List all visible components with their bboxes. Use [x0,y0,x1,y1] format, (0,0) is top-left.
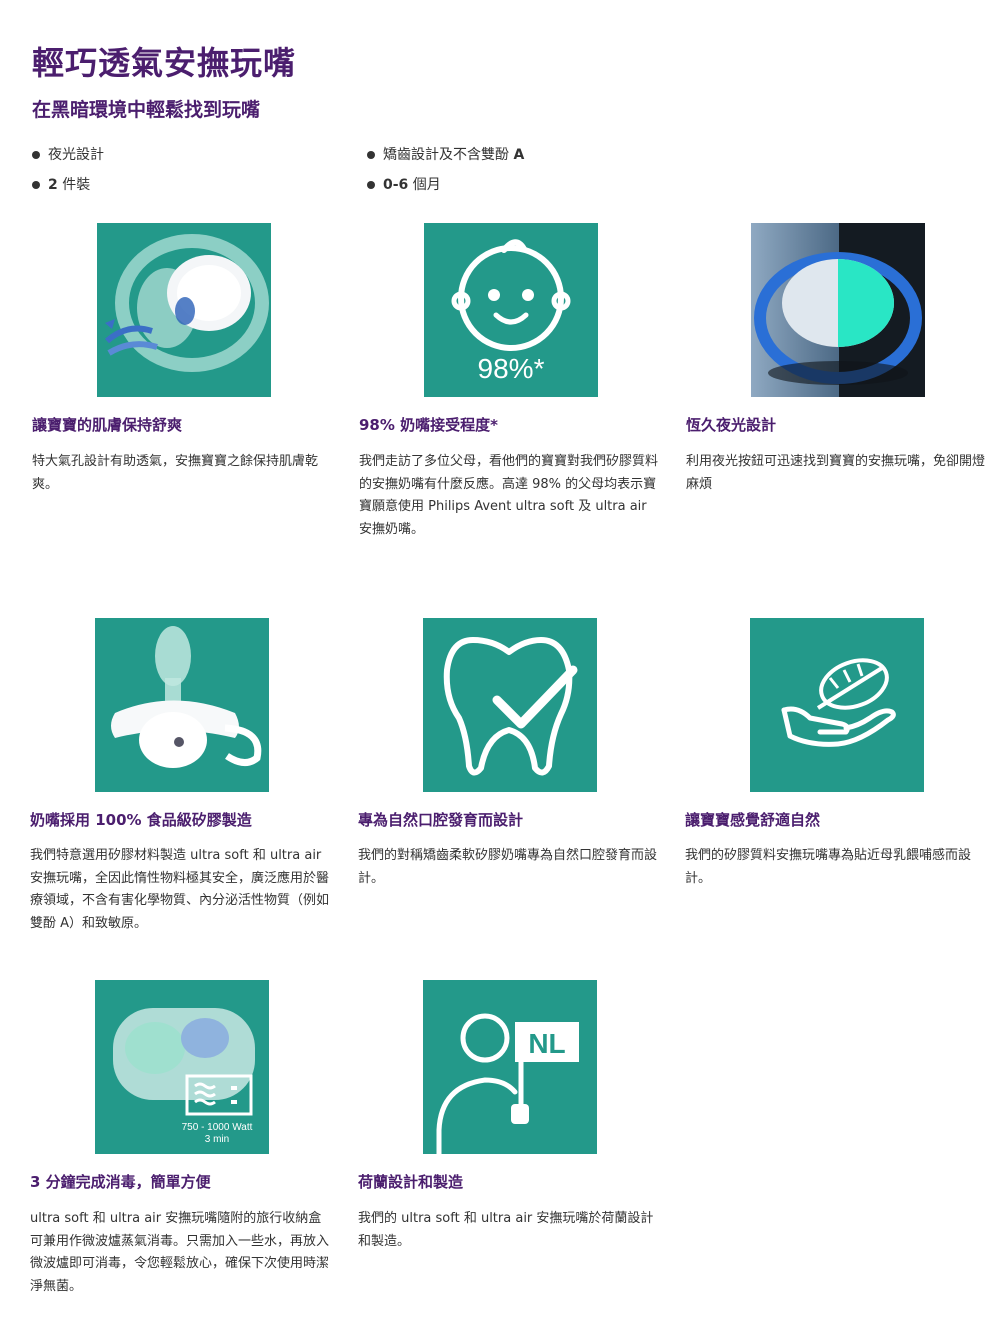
bullet-suffix: A [513,147,525,163]
bullet-item: 2 件裝 [32,175,104,205]
bullet-text: 件裝 [57,177,91,193]
page-subtitle: 在黑暗環境中輕鬆找到玩嘴 [32,99,261,121]
acceptance-badge: 98%* [478,353,545,384]
pacifier-airflow-image [97,223,271,397]
card-description: 我們的 ultra soft 和 ultra air 安撫玩嘴於荷蘭設計和製造。 [358,1211,654,1249]
feature-bullets-right: 矯齒設計及不含雙酚 A 0-6 個月 [367,145,524,205]
card-title: 3 分鐘完成消毒，簡單方便 [30,1171,211,1192]
title-rest: 食品級矽膠製造 [141,811,252,829]
baby-face-icon: 98%* [424,223,598,397]
page-title: 輕巧透氣安撫玩嘴 [32,44,297,82]
title-pre: 奶嘴採用 [30,811,96,829]
card-title: 荷蘭設計和製造 [358,1173,464,1191]
bullet-number: 2 [48,177,58,193]
title-rest: 奶嘴接受程度* [394,416,498,434]
card-description: ultra soft 和 ultra air 安撫玩嘴隨附的旅行收納盒可兼用作微… [30,1211,330,1294]
bullet-text: 夜光設計 [48,147,104,163]
bullet-text: 矯齒設計及不含雙酚 [383,147,514,163]
card-title: 專為自然口腔發育而設計 [358,811,524,829]
card-title: 恆久夜光設計 [686,416,777,434]
bullet-number: 0-6 [383,177,409,193]
microwave-watt-caption: 750 - 1000 Watt [182,1122,253,1133]
title-rest: 分鐘完成消毒，簡單方便 [40,1173,211,1191]
card-description: 特大氣孔設計有助透氣，安撫寶寶之餘保持肌膚乾爽。 [32,454,319,492]
hand-feather-icon [750,618,924,792]
card-description: 我們特意選用矽膠材料製造 ultra soft 和 ultra air 安撫玩嘴… [30,848,330,931]
card-description: 我們走訪了多位父母，看他們的寶寶對我們矽膠質料的安撫奶嘴有什麼反應。高達 98%… [359,454,659,537]
bullet-item: 0-6 個月 [367,175,524,205]
bullet-item: 夜光設計 [32,145,104,175]
tooth-check-icon [423,618,597,792]
flag-label: NL [528,1028,565,1059]
bullet-item: 矯齒設計及不含雙酚 A [367,145,524,175]
card-title: 98% 奶嘴接受程度* [359,414,498,435]
card-description: 我們的矽膠質料安撫玩嘴專為貼近母乳餵哺感而設計。 [685,848,972,886]
bullet-text: 個月 [408,177,441,193]
card-title: 奶嘴採用 100% 食品級矽膠製造 [30,809,252,830]
silicone-pacifier-image [95,618,269,792]
title-strong: 98% [359,416,395,434]
microwave-time-caption: 3 min [205,1134,229,1145]
person-flag-icon: NL [423,980,597,1154]
title-strong: 100% [95,811,142,829]
card-title: 讓寶寶的肌膚保持舒爽 [32,416,183,434]
card-description: 我們的對稱矯齒柔軟矽膠奶嘴專為自然口腔發育而設計。 [358,848,658,886]
title-strong: 3 [30,1173,41,1191]
card-description: 利用夜光按鈕可迅速找到寶寶的安撫玩嘴，免卻開燈麻煩 [686,454,986,492]
card-title: 讓寶寶感覺舒適自然 [685,811,821,829]
glow-pacifier-image [751,223,925,397]
feature-bullets-left: 夜光設計 2 件裝 [32,145,104,205]
microwave-case-image: 750 - 1000 Watt 3 min [95,980,269,1154]
